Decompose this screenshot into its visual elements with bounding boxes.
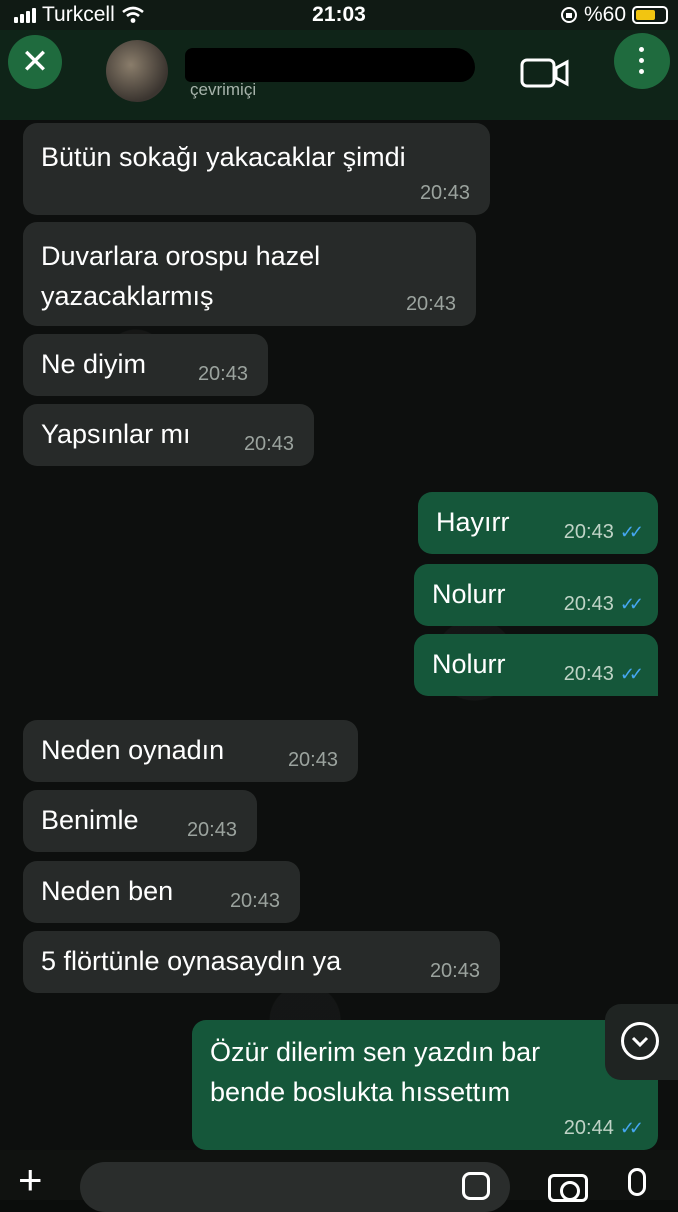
message-bubble[interactable]: Bütün sokağı yakacaklar şimdi 20:43 <box>23 123 490 215</box>
message-text: Benimle <box>41 805 139 835</box>
video-call-icon[interactable] <box>520 56 570 90</box>
message-bubble[interactable]: Hayırr 20:43 ✓✓ <box>418 492 658 554</box>
battery-icon <box>632 6 668 24</box>
message-text: Yapsınlar mı <box>41 419 191 449</box>
message-text: Nolurr <box>432 579 506 609</box>
menu-icon <box>639 47 644 52</box>
contact-name[interactable] <box>185 48 475 82</box>
message-input[interactable] <box>80 1162 510 1212</box>
close-button[interactable]: ✕ <box>8 35 62 89</box>
close-icon: ✕ <box>20 43 50 81</box>
message-bubble[interactable]: Benimle 20:43 <box>23 790 257 852</box>
message-bubble[interactable]: Nolurr 20:43 ✓✓ <box>414 634 658 696</box>
read-receipt-icon: ✓✓ <box>619 1118 644 1138</box>
scroll-down-button[interactable] <box>605 1004 678 1080</box>
read-receipt-icon: ✓✓ <box>619 664 644 684</box>
message-time-value: 20:43 <box>563 521 614 543</box>
message-time: 20:43 <box>419 182 470 204</box>
message-text: Nolurr <box>432 649 506 679</box>
status-bar: Turkcell 21:03 %60 <box>0 0 678 30</box>
avatar[interactable] <box>106 40 168 102</box>
message-bubble[interactable]: Özür dilerim sen yazdın bar bende bosluk… <box>192 1020 658 1150</box>
message-time-value: 20:43 <box>563 663 614 685</box>
plus-icon[interactable]: + <box>18 1159 43 1201</box>
message-time: 20:43 ✓✓ <box>563 521 644 544</box>
message-bubble[interactable]: Neden oynadın 20:43 <box>23 720 358 782</box>
mic-icon[interactable] <box>628 1168 646 1196</box>
battery-area: %60 <box>560 3 668 27</box>
chevron-down-icon <box>631 1036 649 1048</box>
message-text: 5 flörtünle oynasaydın ya <box>41 946 342 976</box>
battery-percent: %60 <box>583 3 626 26</box>
menu-dot <box>639 58 644 63</box>
message-time: 20:43 ✓✓ <box>563 663 644 686</box>
message-time: 20:43 <box>186 819 237 841</box>
message-time: 20:43 <box>405 293 456 315</box>
message-time: 20:44 ✓✓ <box>563 1117 644 1140</box>
message-text: Özür dilerim sen yazdın bar bende bosluk… <box>210 1037 541 1107</box>
message-time: 20:43 <box>197 363 248 385</box>
message-text: Duvarlara orospu hazel yazacaklarmış <box>41 241 321 311</box>
message-bubble[interactable]: Ne diyim 20:43 <box>23 334 268 396</box>
message-bubble[interactable]: Duvarlara orospu hazel yazacaklarmış 20:… <box>23 222 476 326</box>
message-text: Neden ben <box>41 876 174 906</box>
message-bubble[interactable]: 5 flörtünle oynasaydın ya 20:43 <box>23 931 500 993</box>
message-text: Hayırr <box>436 507 510 537</box>
message-text: Ne diyim <box>41 349 147 379</box>
message-text: Bütün sokağı yakacaklar şimdi <box>41 142 406 172</box>
message-time-value: 20:43 <box>563 593 614 615</box>
message-time: 20:43 <box>429 960 480 982</box>
camera-icon[interactable] <box>548 1174 588 1202</box>
message-time: 20:43 <box>229 890 280 912</box>
message-time-value: 20:44 <box>563 1117 614 1139</box>
menu-dot <box>639 69 644 74</box>
message-bubble[interactable]: Nolurr 20:43 ✓✓ <box>414 564 658 626</box>
message-time: 20:43 <box>243 433 294 455</box>
orientation-lock-icon <box>560 7 577 23</box>
message-bubble[interactable]: Yapsınlar mı 20:43 <box>23 404 314 466</box>
scroll-down-icon <box>621 1022 659 1060</box>
message-time: 20:43 ✓✓ <box>563 593 644 616</box>
sticker-icon[interactable] <box>462 1172 490 1200</box>
contact-status: çevrimiçi <box>190 80 257 99</box>
message-time: 20:43 <box>287 749 338 771</box>
message-bubble[interactable]: Neden ben 20:43 <box>23 861 300 923</box>
menu-button[interactable] <box>614 33 670 89</box>
message-text: Neden oynadın <box>41 735 225 765</box>
read-receipt-icon: ✓✓ <box>619 594 644 614</box>
read-receipt-icon: ✓✓ <box>619 522 644 542</box>
